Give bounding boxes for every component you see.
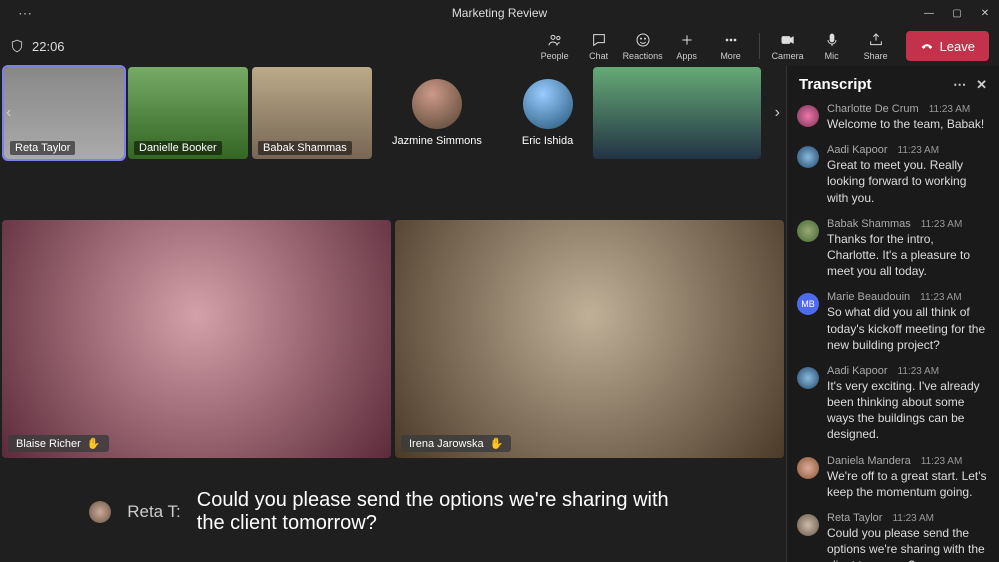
- avatar: [412, 79, 462, 129]
- main-stage: ‹ Reta Taylor Danielle Booker Babak Sham…: [0, 66, 786, 562]
- panel-close-button[interactable]: ✕: [976, 77, 987, 93]
- participant-avatar[interactable]: Eric Ishida: [522, 79, 573, 147]
- tile-label: Irena Jarowska✋: [401, 435, 511, 452]
- entry-name: Babak Shammas: [827, 218, 911, 230]
- strip-next-button[interactable]: ›: [775, 104, 780, 122]
- window-title: Marketing Review: [452, 6, 547, 20]
- entry-time: 11:23 AM: [898, 145, 940, 156]
- entry-name: Reta Taylor: [827, 512, 882, 524]
- transcript-list[interactable]: Charlotte De Crum11:23 AMWelcome to the …: [787, 103, 999, 562]
- avatar-group: Jazmine Simmons Eric Ishida: [376, 67, 589, 159]
- hangup-icon: [920, 39, 934, 53]
- panel-more-button[interactable]: ⋯: [953, 77, 966, 93]
- entry-name: Aadi Kapoor: [827, 365, 888, 377]
- mic-icon: [824, 32, 840, 48]
- entry-avatar: [797, 220, 819, 242]
- tile-label: Blaise Richer✋: [8, 435, 109, 452]
- panel-header: Transcript ⋯ ✕: [787, 66, 999, 103]
- entry-name: Daniela Mandera: [827, 455, 911, 467]
- camera-icon: [780, 32, 796, 48]
- participant-avatar[interactable]: Jazmine Simmons: [392, 79, 482, 147]
- meeting-timer: 22:06: [10, 39, 65, 54]
- participant-thumb[interactable]: Babak Shammas: [252, 67, 372, 159]
- close-button[interactable]: ✕: [971, 0, 999, 26]
- window-controls: — ▢ ✕: [915, 0, 999, 26]
- chat-button[interactable]: Chat: [577, 26, 621, 66]
- entry-text: It's very exciting. I've already been th…: [827, 378, 989, 443]
- transcript-entry: Daniela Mandera 11:23 AMWe're off to a gr…: [797, 455, 989, 500]
- more-button[interactable]: More: [709, 26, 753, 66]
- hand-raised-icon: ✋: [87, 437, 101, 450]
- people-icon: [547, 32, 563, 48]
- share-button[interactable]: Share: [854, 26, 898, 66]
- entry-text: Could you please send the options we're …: [827, 525, 989, 562]
- panel-title: Transcript: [799, 76, 872, 93]
- entry-text: We're off to a great start. Let's keep t…: [827, 468, 989, 500]
- caption-speaker: Reta T:: [127, 502, 181, 522]
- transcript-entry: Aadi Kapoor 11:23 AMGreat to meet you. Re…: [797, 144, 989, 206]
- apps-button[interactable]: Apps: [665, 26, 709, 66]
- toolbar-right: People Chat Reactions Apps More Camera M…: [533, 26, 989, 66]
- entry-time: 11:23 AM: [920, 292, 962, 303]
- entry-text: Great to meet you. Really looking forwar…: [827, 157, 989, 206]
- avatar: [523, 79, 573, 129]
- shield-icon: [10, 39, 24, 53]
- participant-thumb[interactable]: Reta Taylor: [4, 67, 124, 159]
- entry-time: 11:23 AM: [892, 513, 934, 524]
- participant-strip: ‹ Reta Taylor Danielle Booker Babak Sham…: [0, 66, 786, 160]
- transcript-entry: Reta Taylor 11:23 AMCould you please send…: [797, 512, 989, 562]
- strip-prev-button[interactable]: ‹: [6, 104, 11, 122]
- share-icon: [868, 32, 884, 48]
- entry-avatar: [797, 457, 819, 479]
- entry-time: 11:23 AM: [921, 219, 963, 230]
- hand-raised-icon: ✋: [490, 437, 504, 450]
- entry-avatar: [797, 105, 819, 127]
- mic-button[interactable]: Mic: [810, 26, 854, 66]
- caption-avatar: [89, 501, 111, 523]
- video-tile[interactable]: Irena Jarowska✋: [395, 220, 784, 458]
- entry-time: 11:23 AM: [929, 104, 971, 115]
- transcript-entry: Babak Shammas 11:23 AMThanks for the intr…: [797, 218, 989, 280]
- leave-button[interactable]: Leave: [906, 31, 989, 61]
- participant-thumb[interactable]: Danielle Booker: [128, 67, 248, 159]
- transcript-entry: MB Marie Beaudouin 11:23 AMSo what did you…: [797, 291, 989, 353]
- entry-avatar: [797, 367, 819, 389]
- entry-avatar: MB: [797, 293, 819, 315]
- caption-text: Could you please send the options we're …: [197, 489, 697, 535]
- entry-time: 11:23 AM: [921, 456, 963, 467]
- reactions-icon: [635, 32, 651, 48]
- entry-avatar: [797, 514, 819, 536]
- toolbar: 22:06 People Chat Reactions Apps More Ca…: [0, 26, 999, 66]
- transcript-entry: Charlotte De Crum 11:23 AMWelcome to the …: [797, 103, 989, 132]
- chat-icon: [591, 32, 607, 48]
- apps-icon: [679, 32, 695, 48]
- live-caption: Reta T: Could you please send the option…: [0, 462, 786, 562]
- reactions-button[interactable]: Reactions: [621, 26, 665, 66]
- entry-name: Marie Beaudouin: [827, 291, 910, 303]
- entry-avatar: [797, 146, 819, 168]
- entry-name: Charlotte De Crum: [827, 103, 919, 115]
- transcript-entry: Aadi Kapoor 11:23 AMIt's very exciting. I…: [797, 365, 989, 443]
- entry-text: So what did you all think of today's kic…: [827, 304, 989, 353]
- maximize-button[interactable]: ▢: [943, 0, 971, 26]
- menu-dots[interactable]: ⋯: [18, 5, 32, 22]
- entry-text: Thanks for the intro, Charlotte. It's a …: [827, 231, 989, 280]
- timer-value: 22:06: [32, 39, 65, 54]
- more-icon: [723, 32, 739, 48]
- video-stage: Blaise Richer✋ Irena Jarowska✋: [0, 160, 786, 462]
- camera-button[interactable]: Camera: [766, 26, 810, 66]
- people-button[interactable]: People: [533, 26, 577, 66]
- minimize-button[interactable]: —: [915, 0, 943, 26]
- entry-text: Welcome to the team, Babak!: [827, 116, 989, 132]
- entry-name: Aadi Kapoor: [827, 144, 888, 156]
- entry-time: 11:23 AM: [898, 366, 940, 377]
- video-tile[interactable]: Blaise Richer✋: [2, 220, 391, 458]
- transcript-panel: Transcript ⋯ ✕ Charlotte De Crum 11:23 AM…: [786, 66, 999, 562]
- titlebar: ⋯ Marketing Review — ▢ ✕: [0, 0, 999, 26]
- participant-thumb[interactable]: [593, 67, 761, 159]
